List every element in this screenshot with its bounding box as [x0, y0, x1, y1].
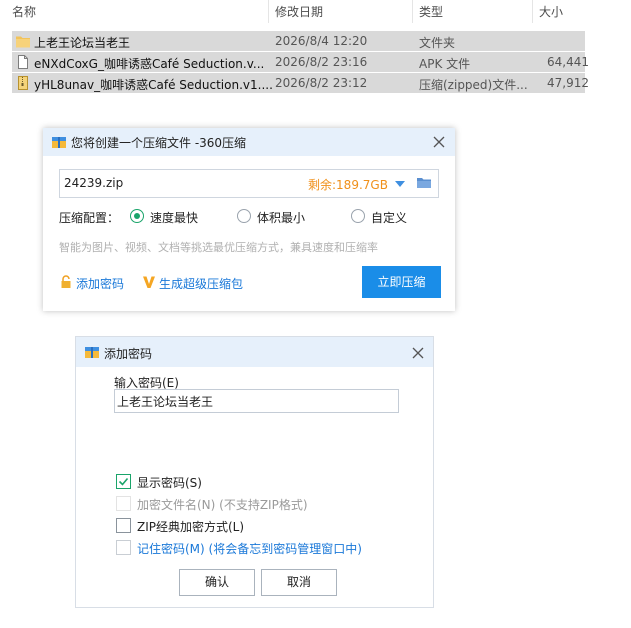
file-date: 2026/8/2 23:16 [275, 55, 368, 69]
free-space-label: 剩余:189.7GB [308, 178, 388, 192]
column-divider[interactable] [532, 0, 533, 23]
radio-dot[interactable] [351, 209, 365, 223]
browse-folder-icon[interactable] [417, 176, 431, 190]
add-password-label: 添加密码 [76, 277, 125, 291]
option-label: 速度最快 [150, 211, 199, 225]
close-icon[interactable] [410, 345, 426, 361]
close-icon[interactable] [431, 134, 447, 150]
password-input[interactable]: 上老王论坛当老王 [114, 389, 399, 413]
file-name: yHL8unav_咖啡诱惑Café Seduction.v1.... [34, 78, 273, 92]
file-type: APK 文件 [419, 57, 471, 71]
file-row[interactable]: eNXdCoxG_咖啡诱惑Café Seduction.v... 2026/8/… [12, 52, 589, 72]
compress-now-button[interactable]: 立即压缩 [362, 266, 441, 298]
file-size: 64,441 [547, 55, 589, 69]
file-date: 2026/8/4 12:20 [275, 34, 368, 48]
checkbox-label: 显示密码(S) [137, 476, 202, 490]
dialog-title: 添加密码 [104, 347, 153, 361]
file-type: 压缩(zipped)文件... [419, 78, 528, 92]
column-name[interactable]: 名称 [12, 3, 36, 20]
option-label: 体积最小 [257, 211, 306, 225]
file-row[interactable]: yHL8unav_咖啡诱惑Café Seduction.v1.... 2026/… [12, 73, 589, 93]
super-package-label: 生成超级压缩包 [159, 277, 244, 291]
file-type: 文件夹 [419, 36, 456, 50]
file-icon [18, 55, 28, 69]
file-name: eNXdCoxG_咖啡诱惑Café Seduction.v... [34, 57, 265, 71]
column-date[interactable]: 修改日期 [275, 3, 323, 20]
folder-icon [16, 36, 30, 48]
radio-dot[interactable] [130, 209, 144, 223]
radio-dot[interactable] [237, 209, 251, 223]
dialog-titlebar[interactable]: 添加密码 [76, 337, 433, 367]
archive-app-icon [52, 137, 66, 148]
column-size[interactable]: 大小 [539, 3, 563, 20]
checkbox-label: 记住密码(M) (将会备忘到密码管理窗口中) [137, 542, 362, 556]
archive-app-icon [85, 347, 99, 358]
dialog-title: 您将创建一个压缩文件 -360压缩 [71, 136, 247, 150]
column-type[interactable]: 类型 [419, 3, 443, 20]
compress-dialog: 您将创建一个压缩文件 -360压缩 24239.zip 剩余:189.7GB 压… [43, 128, 455, 311]
option-label: 自定义 [371, 211, 408, 225]
file-list: 名称 修改日期 类型 大小 上老王论坛当老王 2026/8/4 12:20 文件… [0, 0, 589, 94]
checkbox-box[interactable] [116, 474, 131, 489]
checkbox-box[interactable] [116, 518, 131, 533]
cancel-button[interactable]: 取消 [261, 569, 337, 596]
filename-value[interactable]: 24239.zip [64, 176, 123, 190]
password-dialog: 添加密码 输入密码(E) 上老王论坛当老王 显示密码(S) 加密文件名(N) (… [75, 336, 434, 608]
compression-config-label: 压缩配置： [59, 211, 120, 225]
chevron-down-icon[interactable] [394, 180, 406, 188]
checkbox-label: ZIP经典加密方式(L) [137, 520, 245, 534]
file-size: 47,912 [547, 76, 589, 90]
filename-field[interactable]: 24239.zip 剩余:189.7GB [59, 169, 439, 198]
dialog-titlebar[interactable]: 您将创建一个压缩文件 -360压缩 [43, 128, 455, 156]
file-date: 2026/8/2 23:12 [275, 76, 368, 90]
password-value[interactable]: 上老王论坛当老王 [117, 393, 213, 410]
compression-hint: 智能为图片、视频、文档等挑选最优压缩方式，兼具速度和压缩率 [59, 241, 378, 254]
checkbox-label: 加密文件名(N) (不支持ZIP格式) [137, 498, 308, 512]
checkbox-box[interactable] [116, 540, 131, 555]
lock-icon [61, 275, 71, 288]
checkmark-icon [118, 477, 129, 486]
zip-file-icon [18, 76, 28, 90]
file-row[interactable]: 上老王论坛当老王 2026/8/4 12:20 文件夹 [12, 31, 585, 51]
column-header: 名称 修改日期 类型 大小 [0, 0, 585, 23]
file-name: 上老王论坛当老王 [34, 36, 131, 50]
vip-v-icon [143, 276, 155, 288]
column-divider[interactable] [412, 0, 413, 23]
confirm-button[interactable]: 确认 [179, 569, 255, 596]
checkbox-box [116, 496, 131, 511]
column-divider[interactable] [268, 0, 269, 23]
